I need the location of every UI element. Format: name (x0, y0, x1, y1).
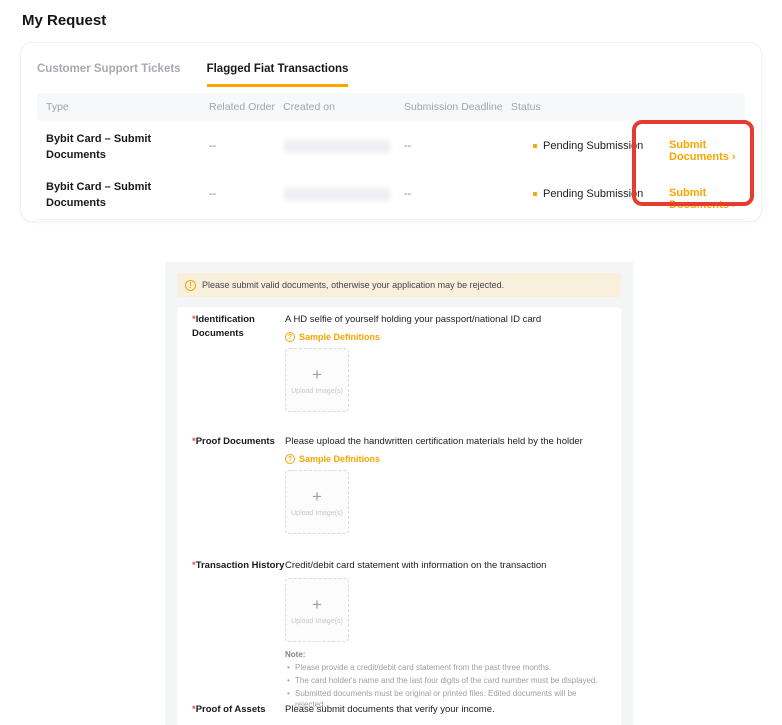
redacted-value (284, 188, 390, 201)
cell-created-on (284, 188, 390, 201)
upload-label: Upload Image(s) (291, 388, 343, 395)
field-proof-of-assets: *Proof of Assets Please submit documents… (192, 703, 603, 717)
documents-form-card: *Identification Documents A HD selfie of… (177, 307, 621, 725)
field-description: A HD selfie of yourself holding your pas… (285, 313, 603, 326)
submit-documents-panel: ! Please submit valid documents, otherwi… (165, 262, 633, 725)
cell-created-on (284, 140, 390, 153)
sample-definitions-link[interactable]: ? Sample Definitions (285, 454, 603, 464)
chevron-right-icon: › (732, 151, 736, 163)
upload-dropzone[interactable]: + Upload Image(s) (285, 470, 349, 534)
cell-submission-deadline: -- (404, 188, 411, 200)
upload-label: Upload Image(s) (291, 510, 343, 517)
plus-icon: + (312, 596, 322, 614)
table-row: Bybit Card – Submit Documents -- -- Pend… (21, 123, 761, 171)
submit-documents-link[interactable]: Submit Documents› (669, 187, 761, 211)
note-block: Note: Please provide a credit/debit card… (285, 650, 603, 710)
sample-definitions-link[interactable]: ? Sample Definitions (285, 332, 603, 342)
status-text: Pending Submission (543, 188, 643, 200)
submit-documents-link[interactable]: Submit Documents› (669, 139, 761, 163)
field-description: Please submit documents that verify your… (285, 703, 603, 716)
column-header-created-on: Created on (283, 101, 335, 113)
tab-bar: Customer Support Tickets Flagged Fiat Tr… (37, 63, 348, 87)
status-badge: Pending Submission (533, 188, 643, 200)
cell-related-order: -- (209, 188, 216, 200)
plus-icon: + (312, 366, 322, 384)
cell-related-order: -- (209, 140, 216, 152)
field-label: *Proof Documents (192, 435, 285, 534)
row-divider (37, 219, 745, 220)
tab-customer-support-tickets[interactable]: Customer Support Tickets (37, 63, 181, 87)
field-proof-documents: *Proof Documents Please upload the handw… (192, 435, 603, 534)
tab-flagged-fiat-transactions[interactable]: Flagged Fiat Transactions (207, 63, 349, 87)
cell-submission-deadline: -- (404, 140, 411, 152)
status-dot-icon (533, 144, 537, 148)
note-item: Please provide a credit/debit card state… (285, 662, 603, 673)
status-dot-icon (533, 192, 537, 196)
field-description: Please upload the handwritten certificat… (285, 435, 603, 448)
page-title: My Request (22, 12, 106, 29)
plus-icon: + (312, 488, 322, 506)
cell-type: Bybit Card – Submit Documents (46, 179, 168, 211)
field-label: *Identification Documents (192, 313, 285, 412)
field-identification-documents: *Identification Documents A HD selfie of… (192, 313, 603, 412)
question-circle-icon: ? (285, 332, 295, 342)
redacted-value (284, 140, 390, 153)
status-badge: Pending Submission (533, 140, 643, 152)
note-item: The card holder's name and the last four… (285, 675, 603, 686)
warning-text: Please submit valid documents, otherwise… (202, 280, 504, 290)
table-header: Type Related Order Created on Submission… (37, 93, 745, 121)
column-header-related-order: Related Order (209, 101, 275, 113)
column-header-status: Status (511, 101, 541, 113)
warning-banner: ! Please submit valid documents, otherwi… (177, 273, 621, 297)
chevron-right-icon: › (732, 199, 736, 211)
my-request-card: Customer Support Tickets Flagged Fiat Tr… (20, 42, 762, 222)
upload-dropzone[interactable]: + Upload Image(s) (285, 348, 349, 412)
status-text: Pending Submission (543, 140, 643, 152)
column-header-type: Type (46, 101, 69, 113)
cell-type: Bybit Card – Submit Documents (46, 131, 168, 163)
upload-dropzone[interactable]: + Upload Image(s) (285, 578, 349, 642)
column-header-submission-deadline: Submission Deadline (404, 101, 503, 113)
note-title: Note: (285, 650, 603, 659)
table-row: Bybit Card – Submit Documents -- -- Pend… (21, 171, 761, 219)
field-transaction-history: *Transaction History Credit/debit card s… (192, 559, 603, 712)
alert-circle-icon: ! (185, 280, 196, 291)
field-description: Credit/debit card statement with informa… (285, 559, 603, 572)
field-label: *Proof of Assets (192, 703, 285, 717)
question-circle-icon: ? (285, 454, 295, 464)
field-label: *Transaction History (192, 559, 285, 712)
upload-label: Upload Image(s) (291, 618, 343, 625)
